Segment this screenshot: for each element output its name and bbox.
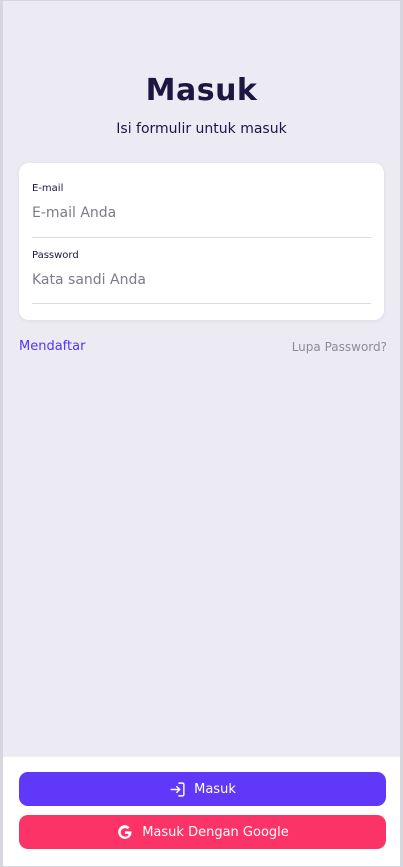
page-subtitle: Isi formulir untuk masuk <box>116 121 287 137</box>
password-label: Password <box>32 250 79 261</box>
page-title: Masuk <box>145 73 258 108</box>
login-icon <box>169 781 186 798</box>
login-form-card: E-mail Password <box>19 163 384 320</box>
register-link[interactable]: Mendaftar <box>19 339 85 354</box>
google-login-button-label: Masuk Dengan Google <box>142 824 289 840</box>
google-login-button[interactable]: Masuk Dengan Google <box>19 815 386 849</box>
email-field-group: E-mail <box>32 183 371 238</box>
forgot-password-link[interactable]: Lupa Password? <box>292 340 387 354</box>
login-button[interactable]: Masuk <box>19 772 386 806</box>
google-icon <box>116 823 134 841</box>
email-input[interactable] <box>32 202 371 224</box>
email-label: E-mail <box>32 183 64 194</box>
password-field-group: Password <box>32 250 371 304</box>
password-input[interactable] <box>32 269 371 291</box>
bottom-action-bar: Masuk Masuk Dengan Google <box>3 757 400 866</box>
login-button-label: Masuk <box>194 781 236 797</box>
login-screen: Masuk Isi formulir untuk masuk E-mail Pa… <box>0 0 403 867</box>
